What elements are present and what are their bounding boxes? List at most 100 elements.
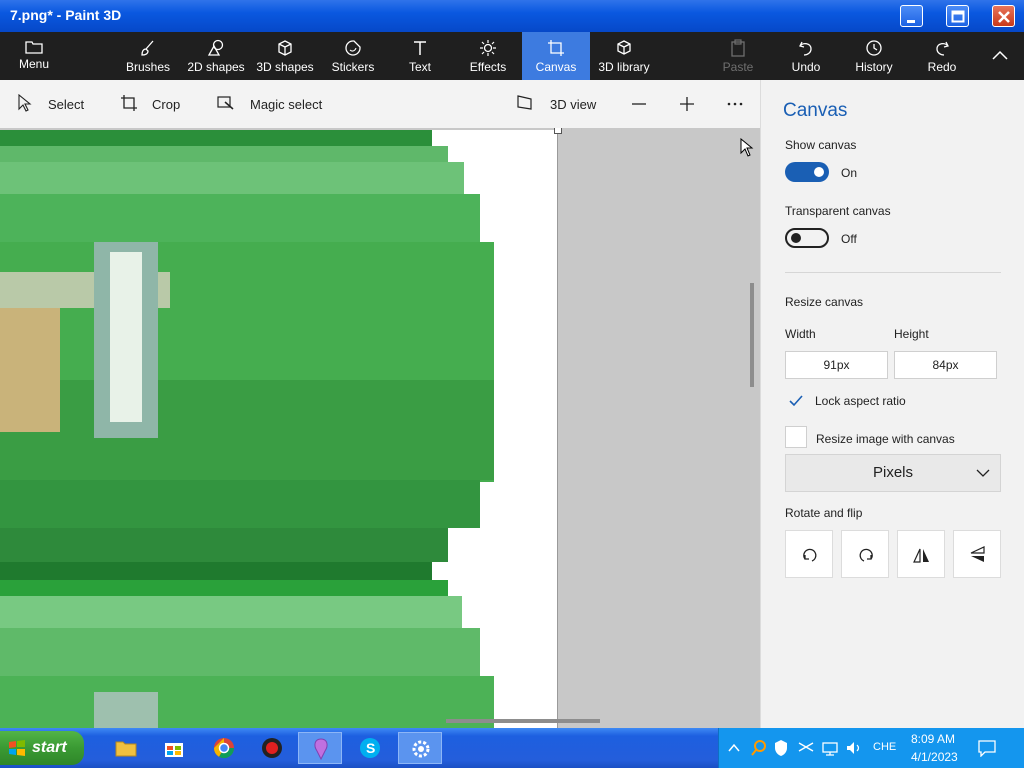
- close-button[interactable]: [992, 5, 1015, 27]
- drawing-canvas[interactable]: [0, 130, 558, 728]
- crop-icon: [121, 95, 137, 111]
- brush-icon: [141, 40, 154, 56]
- text-label: Text: [408, 60, 431, 74]
- zoom-in-button[interactable]: [678, 94, 698, 114]
- sync-icon[interactable]: [797, 739, 815, 755]
- paste-button[interactable]: Paste: [718, 32, 758, 80]
- collapse-ribbon-button[interactable]: [984, 32, 1016, 80]
- chevron-down-icon: [976, 469, 990, 477]
- width-label: Width: [785, 327, 816, 341]
- resize-canvas-label: Resize canvas: [785, 295, 864, 309]
- text-button[interactable]: Text: [400, 32, 440, 80]
- zoom-out-button[interactable]: [630, 94, 650, 114]
- horizontal-scrollbar[interactable]: [446, 719, 600, 723]
- clock-date[interactable]: 4/1/2023: [911, 750, 958, 764]
- rotate-right-button[interactable]: [841, 530, 889, 578]
- canvas-button[interactable]: Canvas: [522, 32, 590, 80]
- show-canvas-label: Show canvas: [785, 138, 857, 152]
- brushes-button[interactable]: Brushes: [120, 32, 176, 80]
- crop-tool[interactable]: Crop: [120, 94, 184, 114]
- flip-horizontal-icon: [913, 548, 929, 563]
- flip-vertical-button[interactable]: [953, 530, 1001, 578]
- 2d-shapes-icon: [207, 39, 224, 56]
- letter-blob: [0, 242, 180, 438]
- units-dropdown[interactable]: Pixels: [785, 454, 1001, 492]
- minimize-button[interactable]: [900, 5, 923, 27]
- start-label: start: [32, 739, 67, 756]
- checkmark-icon: [789, 395, 803, 407]
- transparent-canvas-toggle[interactable]: [785, 228, 829, 248]
- flip-horizontal-button[interactable]: [897, 530, 945, 578]
- canvas-label: Canvas: [535, 60, 577, 74]
- mouse-pointer-icon: [740, 138, 754, 157]
- 3d-view-button[interactable]: 3D view: [516, 94, 602, 114]
- taskbar-settings[interactable]: [398, 732, 442, 764]
- history-label: History: [855, 60, 893, 74]
- select-tool[interactable]: Select: [16, 94, 86, 114]
- plus-icon: [680, 97, 694, 111]
- rotate-flip-label: Rotate and flip: [785, 506, 863, 520]
- 2d-shapes-button[interactable]: 2D shapes: [184, 32, 248, 80]
- sticker-icon: [345, 40, 361, 56]
- start-button[interactable]: start: [0, 731, 84, 765]
- text-icon: [414, 41, 426, 55]
- history-button[interactable]: History: [852, 32, 896, 80]
- sun-icon: [480, 40, 496, 56]
- cursor-icon: [18, 94, 32, 112]
- clipboard-icon: [731, 39, 745, 57]
- tool-bar: Select Crop Magic select 3D view: [0, 80, 760, 128]
- resize-image-label: Resize image with canvas: [816, 432, 955, 446]
- title-bar: 7.png* - Paint 3D: [0, 0, 1024, 32]
- search-tray-icon[interactable]: [751, 739, 767, 757]
- effects-label: Effects: [469, 60, 507, 74]
- divider: [785, 272, 1001, 273]
- store-icon: [165, 743, 183, 757]
- network-icon[interactable]: [821, 740, 839, 756]
- pane-heading: Canvas: [783, 100, 848, 121]
- taskbar-chrome[interactable]: [202, 732, 246, 764]
- record-icon: [262, 738, 282, 758]
- notification-icon[interactable]: [977, 739, 997, 757]
- brushes-label: Brushes: [125, 60, 171, 74]
- menu-button[interactable]: Menu: [10, 32, 58, 80]
- taskbar-file-explorer[interactable]: [104, 732, 148, 764]
- canvas-handle[interactable]: [554, 128, 562, 134]
- volume-icon[interactable]: [845, 740, 863, 756]
- taskbar-recorder[interactable]: [250, 732, 294, 764]
- redo-button[interactable]: Redo: [922, 32, 962, 80]
- taskbar-store[interactable]: [152, 732, 196, 764]
- taskbar-skype[interactable]: S: [348, 732, 392, 764]
- more-icon: [727, 102, 743, 106]
- show-canvas-toggle[interactable]: [785, 162, 829, 182]
- magic-select-icon: [217, 96, 234, 110]
- more-options-button[interactable]: [726, 94, 746, 114]
- resize-image-checkbox[interactable]: [785, 426, 807, 448]
- stickers-button[interactable]: Stickers: [326, 32, 380, 80]
- vertical-scrollbar[interactable]: [750, 283, 754, 387]
- chevron-up-icon[interactable]: [727, 741, 741, 755]
- workspace[interactable]: [0, 128, 760, 728]
- 3d-shapes-label: 3D shapes: [256, 60, 314, 74]
- maximize-button[interactable]: [946, 5, 969, 27]
- language-indicator[interactable]: CHE: [873, 741, 896, 753]
- rotate-right-icon: [859, 548, 873, 562]
- lock-aspect-checkbox[interactable]: [785, 390, 807, 412]
- paint3d-icon: [314, 738, 328, 761]
- history-icon: [866, 40, 882, 56]
- rotate-left-button[interactable]: [785, 530, 833, 578]
- 3d-library-button[interactable]: 3D library: [596, 32, 652, 80]
- shield-icon[interactable]: [773, 739, 789, 757]
- height-input[interactable]: 84px: [894, 351, 997, 379]
- 3d-shapes-button[interactable]: 3D shapes: [254, 32, 316, 80]
- effects-button[interactable]: Effects: [466, 32, 510, 80]
- stickers-label: Stickers: [331, 60, 375, 74]
- undo-button[interactable]: Undo: [786, 32, 826, 80]
- select-label: Select: [48, 97, 85, 112]
- letter-blob-lower: [94, 692, 158, 728]
- width-input[interactable]: 91px: [785, 351, 888, 379]
- taskbar-paint3d[interactable]: [298, 732, 342, 764]
- magic-select-tool[interactable]: Magic select: [216, 94, 326, 114]
- show-canvas-state: On: [841, 166, 858, 180]
- clock-time[interactable]: 8:09 AM: [911, 732, 955, 746]
- command-bar: Menu Brushes 2D shapes 3D shapes Sticker…: [0, 32, 1024, 80]
